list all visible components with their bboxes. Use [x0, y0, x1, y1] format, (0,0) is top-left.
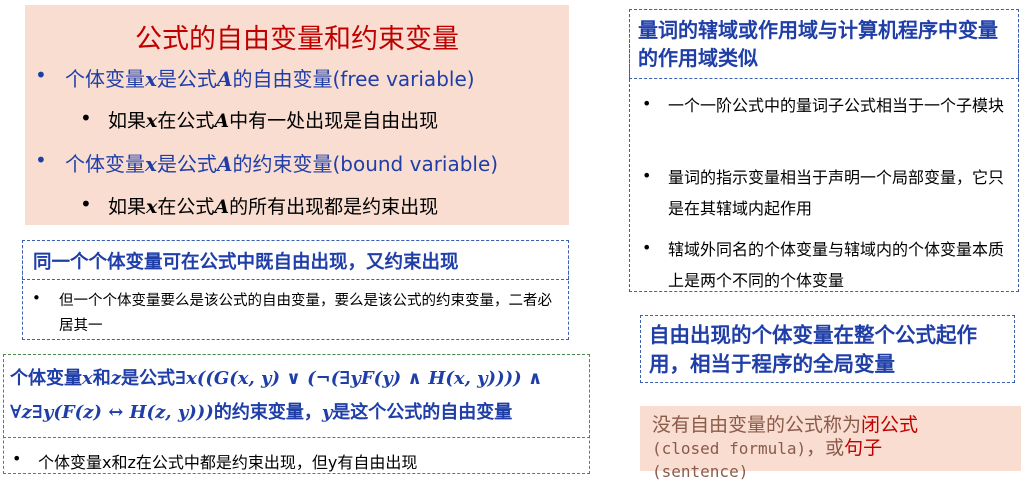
example-box: 个体变量x和z是公式∃x((G(x, y) ∨ (¬(∃yF(y) ∧ H(x,…: [3, 354, 590, 474]
box2-text: 但一个个体变量要么是该公式的自由变量，要么是该公式的约束变量，二者必居其一: [59, 293, 552, 334]
closed-formula-text: 没有自由变量的公式称为闭公式 (closed formula)，或句子 (sen…: [652, 414, 919, 481]
example-statement: 个体变量x和z是公式∃x((G(x, y) ∨ (¬(∃yF(y) ∧ H(x,…: [10, 368, 543, 423]
formula-part2: ∀z∃y(F(z) ↔ H(z, y))): [10, 402, 214, 423]
scope-item-2: 量词的指示变量相当于声明一个局部变量，它只是在其辖域内起作用: [668, 168, 1005, 218]
box4-title: 量词的辖域或作用域与计算机程序中变量的作用域类似: [638, 18, 998, 70]
bullet: •: [80, 192, 92, 216]
bullet: •: [35, 63, 47, 87]
box2-title: 同一个个体变量可在公式中既自由出现，又约束出现: [33, 252, 459, 273]
bullet: •: [642, 166, 652, 185]
bullet: •: [642, 238, 652, 257]
box2-header: 同一个个体变量可在公式中既自由出现，又约束出现: [22, 240, 569, 280]
free-bound-variables-box: 公式的自由变量和约束变量 • 个体变量x是公式A的自由变量(free varia…: [25, 5, 569, 225]
global-variable-text: 自由出现的个体变量在整个公式起作用，相当于程序的全局变量: [649, 323, 977, 376]
free-variable-condition: 如果x在公式A中有一处出现是自由出现: [108, 110, 439, 132]
bound-variable-definition: 个体变量x是公式A的约束变量(bound variable): [65, 152, 499, 176]
scope-item-1: 一个一阶公式中的量词子公式相当于一个子模块: [668, 96, 1005, 115]
bullet: •: [80, 106, 92, 130]
bullet: •: [642, 94, 652, 113]
mixed-occurrence-box: 同一个个体变量可在公式中既自由出现，又约束出现 • 但一个个体变量要么是该公式的…: [22, 240, 569, 340]
global-variable-box: 自由出现的个体变量在整个公式起作用，相当于程序的全局变量: [640, 315, 1015, 383]
formula-part1: ∃x((G(x, y) ∨ (¬(∃yF(y) ∧ H(x, y)))) ∧: [174, 368, 543, 389]
bullet: •: [35, 148, 47, 172]
bullet: •: [12, 449, 22, 468]
bullet: •: [32, 289, 41, 307]
bound-variable-condition: 如果x在公式A的所有出现都是约束出现: [108, 196, 439, 218]
scope-item-3: 辖域外同名的个体变量与辖域内的个体变量本质上是两个不同的个体变量: [668, 240, 1005, 290]
box4-header: 量词的辖域或作用域与计算机程序中变量的作用域类似: [629, 9, 1019, 79]
free-variable-definition: 个体变量x是公式A的自由变量(free variable): [65, 67, 475, 91]
box1-title: 公式的自由变量和约束变量: [135, 24, 459, 55]
closed-formula-box: 没有自由变量的公式称为闭公式 (closed formula)，或句子 (sen…: [640, 406, 1021, 481]
example-header: 个体变量x和z是公式∃x((G(x, y) ∨ (¬(∃yF(y) ∧ H(x,…: [3, 354, 590, 438]
example-conclusion: 个体变量x和z在公式中都是约束出现，但y有自由出现: [38, 453, 418, 472]
scope-analogy-box: 量词的辖域或作用域与计算机程序中变量的作用域类似 • 一个一阶公式中的量词子公式…: [629, 9, 1019, 292]
